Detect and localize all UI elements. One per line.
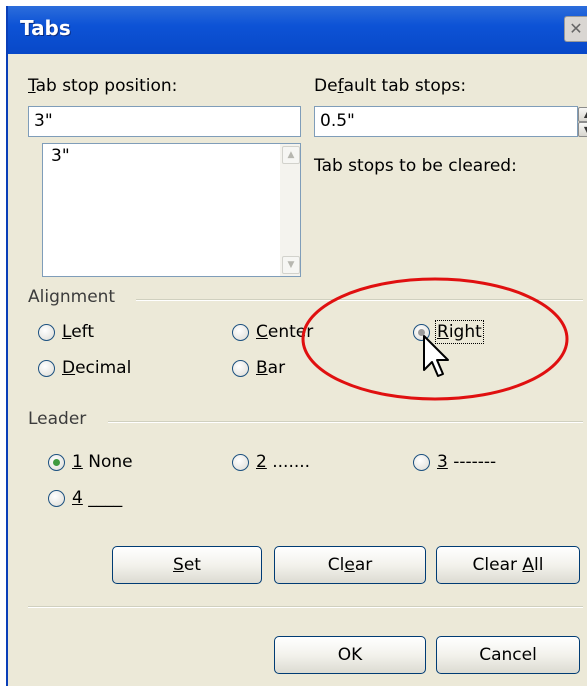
radio-circle-icon <box>232 453 249 471</box>
dialog-title: Tabs <box>20 16 71 40</box>
list-item[interactable]: 3" <box>51 146 70 166</box>
radio-decimal[interactable]: Decimal <box>38 356 131 380</box>
leader-group-label: Leader <box>28 409 87 429</box>
radio-leader-4-underline[interactable]: 4 ____ <box>48 486 122 510</box>
default-tab-stops-label: Default tab stops: <box>314 76 467 96</box>
leader-divider <box>108 421 583 423</box>
tab-stop-listbox[interactable]: 3" ▲ ▼ <box>42 143 301 277</box>
radio-right[interactable]: Right <box>413 320 484 344</box>
tabs-dialog: Tabs ✕ Tab stop position: 3" 3" ▲ ▼ Defa… <box>6 6 587 686</box>
radio-selected-icon <box>413 323 430 341</box>
close-icon[interactable]: ✕ <box>564 16 587 42</box>
clear-button[interactable]: Clear <box>274 546 426 584</box>
radio-circle-icon <box>232 323 249 341</box>
default-tab-stops-input[interactable]: 0.5" <box>314 106 578 137</box>
scroll-down-icon[interactable]: ▼ <box>282 256 300 274</box>
spin-up-icon[interactable]: ▲ <box>578 107 587 122</box>
radio-leader-1-none[interactable]: 1 None <box>48 450 133 474</box>
tab-stops-to-be-cleared-label: Tab stops to be cleared: <box>314 156 517 176</box>
tab-stop-position-input[interactable]: 3" <box>28 106 301 137</box>
tab-stop-position-label: Tab stop position: <box>28 76 178 96</box>
radio-circle-icon <box>232 359 249 377</box>
radio-selected-icon <box>48 453 65 471</box>
alignment-group-label: Alignment <box>28 287 116 307</box>
ok-button[interactable]: OK <box>274 636 426 674</box>
radio-leader-3-dashes[interactable]: 3 ------- <box>413 450 496 474</box>
radio-circle-icon <box>38 359 55 377</box>
cancel-button[interactable]: Cancel <box>436 636 580 674</box>
scroll-up-icon[interactable]: ▲ <box>282 146 300 164</box>
radio-bar[interactable]: Bar <box>232 356 285 380</box>
alignment-divider <box>136 299 583 301</box>
set-button[interactable]: Set <box>112 546 262 584</box>
clear-all-button[interactable]: Clear All <box>436 546 580 584</box>
radio-circle-icon <box>413 453 430 471</box>
radio-circle-icon <box>38 323 55 341</box>
spin-down-icon[interactable]: ▼ <box>578 122 587 137</box>
default-tab-stops-spinner[interactable]: ▲ ▼ <box>578 107 587 137</box>
title-bar: Tabs ✕ <box>8 6 587 54</box>
radio-leader-2-dots[interactable]: 2 ....... <box>232 450 310 474</box>
radio-circle-icon <box>48 489 65 507</box>
listbox-scrollbar[interactable]: ▲ ▼ <box>280 144 300 276</box>
radio-center[interactable]: Center <box>232 320 313 344</box>
radio-left[interactable]: Left <box>38 320 94 344</box>
footer-divider <box>28 606 583 608</box>
